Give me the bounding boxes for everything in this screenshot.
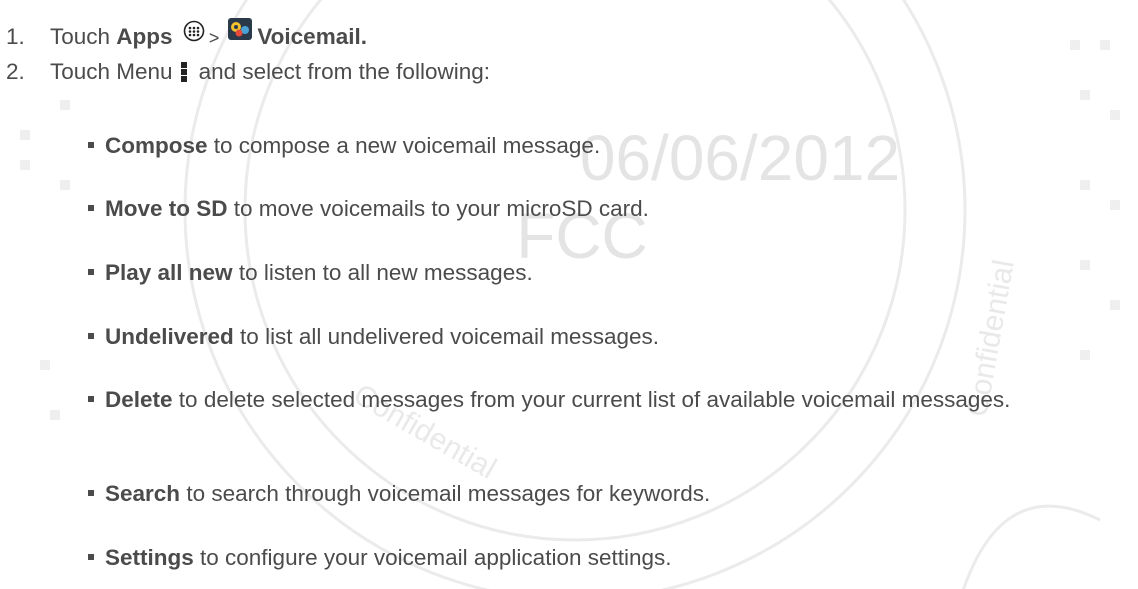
voicemail-app-icon (228, 18, 253, 40)
option-desc: to compose a new voicemail message. (207, 133, 601, 158)
option-desc: to move voicemails to your microSD card. (227, 196, 649, 221)
option-term: Settings (105, 545, 194, 570)
step-2: 2. Touch Menu and select from the followin… (6, 59, 490, 85)
option-move-to-sd: Move to SD to move voicemails to your mi… (88, 192, 1135, 225)
step-number: 2. (6, 59, 25, 84)
bullet-square-icon (88, 269, 94, 275)
option-desc: to search through voicemail messages for… (180, 481, 711, 506)
separator: > (208, 28, 220, 48)
option-play-all-new: Play all new to listen to all new messag… (88, 256, 1135, 289)
step-text: Touch Menu (50, 59, 173, 84)
option-term: Search (105, 481, 181, 506)
bullet-square-icon (88, 205, 94, 211)
bullet-square-icon (88, 396, 94, 402)
voicemail-label: Voicemail. (257, 24, 367, 49)
step-text: Touch (50, 24, 117, 49)
option-search: Search to search through voicemail messa… (88, 477, 1135, 510)
option-term: Undelivered (105, 324, 234, 349)
option-desc: to listen to all new messages. (232, 260, 533, 285)
step-number: 1. (6, 24, 25, 49)
option-undelivered: Undelivered to list all undelivered voic… (88, 320, 1135, 353)
menu-overflow-icon (180, 61, 187, 83)
option-settings: Settings to configure your voicemail app… (88, 541, 1135, 574)
option-desc: to delete selected messages from your cu… (172, 387, 1011, 412)
option-term: Compose (105, 133, 208, 158)
option-compose: Compose to compose a new voicemail messa… (88, 129, 1135, 162)
option-desc: to list all undelivered voicemail messag… (233, 324, 659, 349)
option-desc: to configure your voicemail application … (193, 545, 672, 570)
option-term: Play all new (105, 260, 233, 285)
step-text-after: and select from the following: (198, 59, 490, 84)
option-term: Delete (105, 387, 173, 412)
step-1: 1. Touch Apps > Voicemail. (6, 18, 367, 51)
bullet-square-icon (88, 333, 94, 339)
bullet-square-icon (88, 554, 94, 560)
apps-grid-icon (183, 20, 205, 42)
option-term: Move to SD (105, 196, 228, 221)
apps-label: Apps (116, 24, 173, 49)
bullet-square-icon (88, 490, 94, 496)
bullet-square-icon (88, 142, 94, 148)
option-delete: Delete to delete selected messages from … (88, 383, 1135, 416)
